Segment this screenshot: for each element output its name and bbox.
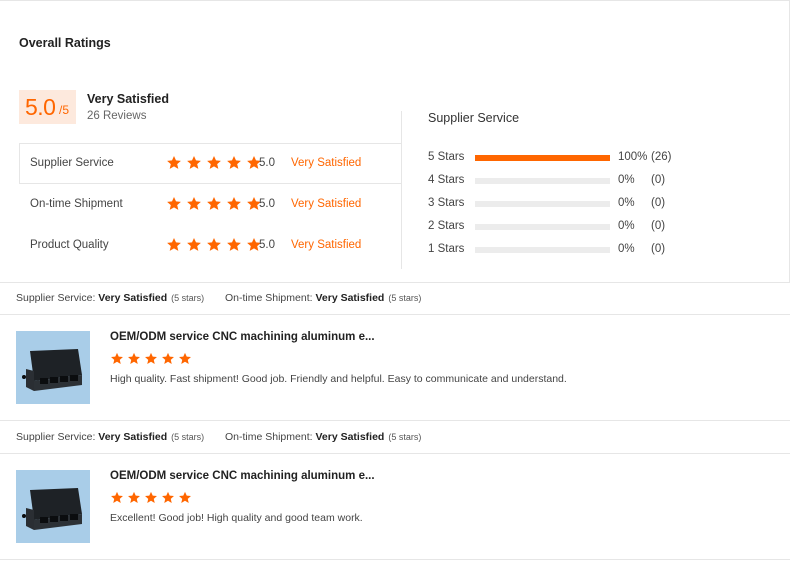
distribution-row-4-stars: 4 Stars 0% (0) <box>428 173 688 189</box>
rating-score: 5.0 <box>259 239 275 251</box>
overall-score-badge: 5.0 /5 <box>19 90 76 124</box>
review-supplier-service: Supplier Service: Very Satisfied (5 stars… <box>16 431 205 443</box>
review-on-time-shipment: On-time Shipment: Very Satisfied (5 stars… <box>225 292 422 304</box>
star-icon <box>166 155 182 170</box>
star-icon <box>110 491 124 504</box>
distribution-count: (0) <box>651 243 666 255</box>
distribution-row-1-stars: 1 Stars 0% (0) <box>428 242 688 258</box>
distribution-label: 1 Stars <box>428 243 465 255</box>
star-icon <box>186 155 202 170</box>
star-rating <box>166 196 266 212</box>
rating-score: 5.0 <box>259 157 275 169</box>
star-icon <box>161 352 175 365</box>
review-on-time-shipment: On-time Shipment: Very Satisfied (5 stars… <box>225 431 422 443</box>
rating-label: Very Satisfied <box>291 198 362 210</box>
distribution-percent: 0% <box>618 174 635 186</box>
star-icon <box>144 491 158 504</box>
star-icon <box>110 352 124 365</box>
star-rating <box>166 237 266 253</box>
distribution-row-5-stars: 5 Stars 100% (26) <box>428 150 688 166</box>
distribution-bar-fill <box>475 155 610 161</box>
distribution-row-3-stars: 3 Stars 0% (0) <box>428 196 688 212</box>
rating-label: Very Satisfied <box>291 157 362 169</box>
review-supplier-service: Supplier Service: Very Satisfied (5 stars… <box>16 292 205 304</box>
overall-satisfaction: Very Satisfied <box>87 92 169 106</box>
star-icon <box>161 491 175 504</box>
star-icon <box>186 196 202 211</box>
distribution-bar-track <box>475 201 610 207</box>
rating-breakdown-table: Supplier Service 5.0 Very Satisfied On-t… <box>19 111 402 269</box>
overall-ratings-title: Overall Ratings <box>19 36 111 50</box>
review-text: Excellent! Good job! High quality and go… <box>110 512 363 524</box>
distribution-percent: 0% <box>618 197 635 209</box>
star-rating <box>166 155 266 171</box>
distribution-bar-track <box>475 155 610 161</box>
star-icon <box>178 491 192 504</box>
rating-name: On-time Shipment <box>30 198 123 210</box>
distribution-bar-track <box>475 224 610 230</box>
star-icon <box>178 352 192 365</box>
review-card: Supplier Service: Very Satisfied (5 stars… <box>0 283 790 421</box>
star-icon <box>226 237 242 252</box>
distribution-label: 2 Stars <box>428 220 465 232</box>
product-thumbnail[interactable] <box>16 331 90 404</box>
rating-score: 5.0 <box>259 198 275 210</box>
rating-row-supplier-service: Supplier Service 5.0 Very Satisfied <box>19 143 402 184</box>
rating-label: Very Satisfied <box>291 239 362 251</box>
review-star-rating <box>110 352 195 365</box>
distribution-bar-track <box>475 178 610 184</box>
star-icon <box>206 155 222 170</box>
distribution-count: (0) <box>651 174 666 186</box>
distribution-percent: 100% <box>618 151 648 163</box>
star-icon <box>166 196 182 211</box>
review-card: Supplier Service: Very Satisfied (5 stars… <box>0 422 790 560</box>
review-header: Supplier Service: Very Satisfied (5 stars… <box>0 422 790 454</box>
distribution-percent: 0% <box>618 220 635 232</box>
rating-row-on-time-shipment: On-time Shipment 5.0 Very Satisfied <box>19 184 402 225</box>
review-text: High quality. Fast shipment! Good job. F… <box>110 373 567 385</box>
review-star-rating <box>110 491 195 504</box>
star-icon <box>226 196 242 211</box>
distribution-title: Supplier Service <box>428 111 520 125</box>
overall-score-max: /5 <box>59 103 70 117</box>
distribution-label: 4 Stars <box>428 174 465 186</box>
distribution-bar-track <box>475 247 610 253</box>
rating-name: Supplier Service <box>30 157 114 169</box>
review-product-title[interactable]: OEM/ODM service CNC machining aluminum e… <box>110 470 375 482</box>
distribution-label: 3 Stars <box>428 197 465 209</box>
distribution-label: 5 Stars <box>428 151 465 163</box>
star-icon <box>127 491 141 504</box>
star-icon <box>166 237 182 252</box>
star-icon <box>206 237 222 252</box>
reviews-count: 26 Reviews <box>87 110 147 122</box>
star-icon <box>206 196 222 211</box>
distribution-row-2-stars: 2 Stars 0% (0) <box>428 219 688 235</box>
distribution-percent: 0% <box>618 243 635 255</box>
overall-ratings-panel: Overall Ratings 5.0 /5 Very Satisfied 26… <box>0 0 790 283</box>
distribution-count: (0) <box>651 220 666 232</box>
star-icon <box>186 237 202 252</box>
review-product-title[interactable]: OEM/ODM service CNC machining aluminum e… <box>110 331 375 343</box>
rating-row-product-quality: Product Quality 5.0 Very Satisfied <box>19 225 402 266</box>
distribution-count: (0) <box>651 197 666 209</box>
star-icon <box>226 155 242 170</box>
review-header: Supplier Service: Very Satisfied (5 stars… <box>0 283 790 315</box>
rating-name: Product Quality <box>30 239 109 251</box>
overall-score: 5.0 <box>25 94 56 120</box>
star-icon <box>144 352 158 365</box>
network-switch-image <box>16 470 90 543</box>
network-switch-image <box>16 331 90 404</box>
star-icon <box>127 352 141 365</box>
distribution-count: (26) <box>651 151 672 163</box>
product-thumbnail[interactable] <box>16 470 90 543</box>
